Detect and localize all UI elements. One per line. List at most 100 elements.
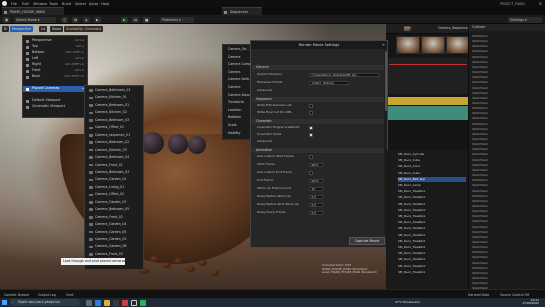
actor-row[interactable]: SM_Deco_TreePack [398,202,466,207]
actor-row[interactable]: SM_Deco_TreePack [398,239,466,244]
close-icon[interactable]: ✕ [382,41,385,49]
menu-item-placed-cameras[interactable]: Placed Cameras▸ [23,86,87,92]
camera-menu-item[interactable]: Camera_Bedroom_03 [85,118,143,123]
output-directory-field[interactable]: C:/Users/Dono_Desktop/UE5_Re... [309,72,379,78]
scalability-warning[interactable]: Scalability: Cinematic [64,26,104,32]
app-icon[interactable] [122,299,128,306]
select-mode-dropdown[interactable]: Select Mode ▾ [14,16,56,23]
camera-menu-item[interactable]: Camera_Garden_06 [85,244,143,249]
actor-row[interactable]: SM_Deco_TreePack [398,226,466,231]
lit-dropdown[interactable]: Lit [39,26,48,32]
actor-row[interactable]: SM_Deco_TreePack [398,220,466,225]
save-icon[interactable]: ▣ [3,16,11,23]
menu-item-left[interactable]: Left ALT+K [23,56,87,62]
camera-menu-item[interactable]: Camera_Garden_02 [85,237,143,242]
actor-row[interactable]: SM_Deco_TreePack [398,214,466,219]
content-drawer-button[interactable]: Content Drawer [4,292,29,298]
store-icon[interactable] [113,299,119,306]
cmd-button[interactable]: Cmd [66,292,73,298]
camera-menu-item[interactable]: Camera_Bedroom_05 [85,207,143,212]
menu-item-back[interactable]: Back ALT+SHIFT+H [23,74,87,80]
camera-menu-item[interactable]: Camera_Garden_04 [85,222,143,227]
windows-start-icon[interactable] [2,300,7,305]
delay-every-frame-field[interactable]: 0.0 [309,210,323,216]
camera-menu-item[interactable]: Camera_Bedroom_01 [85,103,143,108]
track-bar-teal[interactable] [388,106,468,120]
camera-menu-item[interactable]: Camera_Bedroom_02 [85,140,143,145]
camera-menu-item[interactable]: Camera_Bedroom_04 [85,155,143,160]
actor-row[interactable]: SM_Deco_TreePack [398,270,466,275]
camera-menu-item[interactable]: Camera_Garden_03 [85,200,143,205]
menu-help[interactable]: Help [101,2,109,6]
menu-item-front[interactable]: Front ALT+H [23,68,87,74]
menu-edit[interactable]: Edit [22,2,29,6]
actor-row[interactable]: SM_Deco_Cube [398,158,466,163]
play-icon[interactable]: ▶ [121,16,128,23]
camera-menu-item[interactable]: Camera_Kitchen_02 [85,110,143,115]
cinematics-icon[interactable]: ▶ [94,16,101,23]
cinematic-mode-checkbox[interactable] [309,133,313,137]
output-log-button[interactable]: Output Log [38,292,56,298]
actor-row[interactable]: SM_Deco_TreePack [398,257,466,262]
menu-item-bottom[interactable]: Bottom ALT+SHIFT+J [23,50,87,56]
camera-menu-item[interactable]: Camera_Front_01 [85,163,143,168]
menu-item-perspective[interactable]: Perspective ALT+G [23,38,87,44]
show-dropdown[interactable]: Show [50,26,63,32]
camera-menu-item[interactable]: Camera_Garden_01 [85,177,143,182]
camera-menu-item[interactable]: Camera_Office_01 [85,125,143,130]
menu-item-cinematic-viewport[interactable]: Cinematic Viewport [23,104,87,110]
track-bar-yellow[interactable] [388,97,468,105]
capture-movie-button[interactable]: Capture Movie [349,237,385,245]
menu-actor[interactable]: Actor [89,2,98,6]
camera-menu-item[interactable]: Camera_sequence_01 [85,133,143,138]
actor-row[interactable]: SM_Deco_TreePack [398,245,466,250]
menu-tools[interactable]: Tools [49,2,58,6]
menu-select[interactable]: Select [75,2,86,6]
spotify-icon[interactable] [140,299,146,306]
actor-row[interactable]: SM_Deco_TreePack [398,264,466,269]
settings-button[interactable]: Settings ▾ [508,16,542,23]
close-icon[interactable]: ✕ [539,1,542,6]
end-frame-field[interactable]: 0072 [309,178,323,184]
menu-item-default-viewport[interactable]: Default Viewport [23,98,87,104]
start-frame-field[interactable]: 0071 [309,162,323,168]
actor-row[interactable]: SM_Deco_Lamp [398,183,466,188]
file-explorer-icon[interactable] [104,299,110,306]
actor-row[interactable]: SM_Deco_TreePack [398,251,466,256]
weather-label[interactable]: 27°C Ensolarado [395,299,420,306]
cinematic-scalability-checkbox[interactable] [309,126,313,130]
skip-icon[interactable]: ▸▸ [132,16,140,23]
perspective-dropdown[interactable]: Perspective [10,26,34,32]
menu-window[interactable]: Window [33,2,47,6]
actor-row[interactable]: SM_Deco_TreePack [398,208,466,213]
camera-menu-item[interactable]: Camera_Front_03 [85,252,143,257]
viewport-menu-icon[interactable]: ☰ [2,26,9,32]
source-control-button[interactable]: Source Control Off [500,292,529,298]
camera-menu-item[interactable]: Camera_Office_02 [85,192,143,197]
camera-menu-item[interactable]: Camera_Front_02 [85,215,143,220]
modes-icon[interactable]: ◫ [61,16,69,23]
write-edl-checkbox[interactable] [309,104,313,108]
camera-menu-item[interactable]: Camera_Kitchen_01 [85,95,143,100]
unreal-taskbar-icon[interactable] [131,299,137,306]
taskbar-clock[interactable]: 19:21 27/06/2022 [522,298,539,306]
menu-item-right[interactable]: Right ALT+SHIFT+K [23,62,87,68]
delay-before-shot-warm-up-field[interactable]: 0.0 [309,202,323,208]
derived-data-button[interactable]: Derived Data [468,292,489,298]
platforms-button[interactable]: Platforms ▾ [160,16,194,23]
row-advanced[interactable]: Advanced [252,87,384,94]
section-general[interactable]: General [252,65,384,70]
use-custom-end-checkbox[interactable] [309,171,313,175]
camera-menu-item[interactable]: Camera_Bathroom_01 [85,88,143,93]
actor-row[interactable]: SM_Deco_TreePack [398,233,466,238]
taskbar-search-input[interactable]: ⌕ Digite aqui para pesquisar [10,299,80,306]
row-advanced-2[interactable]: Advanced [252,138,384,145]
camera-menu-item[interactable]: Camera_Kitchen_03 [85,148,143,153]
actor-row[interactable]: SM_Deco_TreePack [398,189,466,194]
tab-level[interactable]: PIANO_HOUSE_MAIN [2,7,64,15]
filename-format-field[interactable]: {shot}_{frame} [309,80,349,86]
blueprint-icon[interactable]: ◈ [83,16,90,23]
write-fcp-xml-checkbox[interactable] [309,111,313,115]
stop-icon[interactable]: ■ [143,16,151,23]
content-icon[interactable]: ▤ [72,16,80,23]
